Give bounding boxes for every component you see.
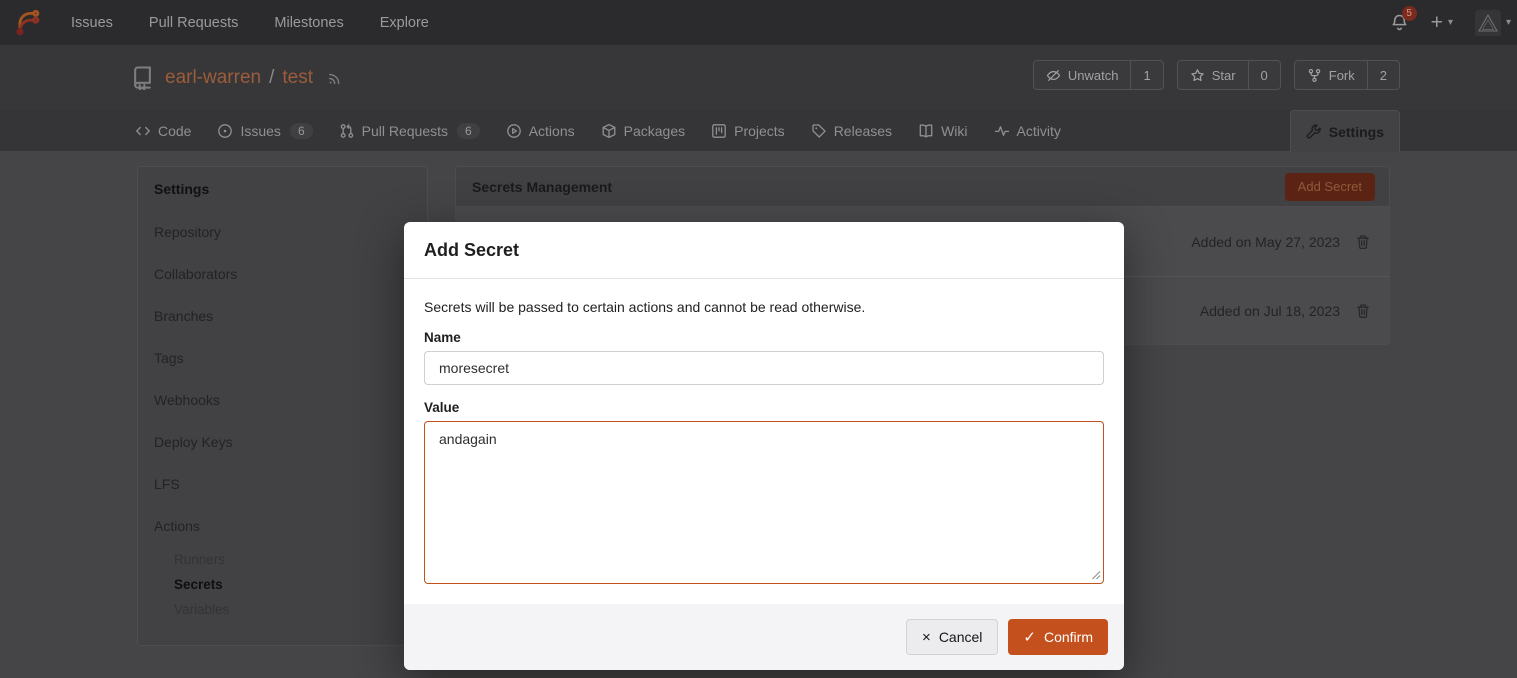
chevron-down-icon: ▾ bbox=[1448, 17, 1453, 28]
tab-activity[interactable]: Activity bbox=[981, 110, 1074, 151]
nav-milestones-link[interactable]: Milestones bbox=[274, 15, 343, 31]
x-icon: × bbox=[922, 630, 931, 645]
pull-requests-count-badge: 6 bbox=[457, 123, 480, 139]
secret-added-date: Added on Jul 18, 2023 bbox=[1200, 303, 1340, 319]
pulse-icon bbox=[994, 123, 1010, 139]
unwatch-button[interactable]: Unwatch bbox=[1034, 61, 1131, 89]
avatar bbox=[1475, 10, 1501, 36]
fork-button-group: Fork 2 bbox=[1294, 60, 1400, 90]
navbar-links: Issues Pull Requests Milestones Explore bbox=[71, 15, 429, 31]
tab-settings[interactable]: Settings bbox=[1290, 110, 1400, 152]
play-circle-icon bbox=[506, 123, 522, 139]
chevron-down-icon: ▾ bbox=[1506, 17, 1511, 28]
tab-actions[interactable]: Actions bbox=[493, 110, 588, 151]
trash-icon bbox=[1355, 234, 1371, 250]
repo-breadcrumb: earl-warren / test bbox=[165, 67, 313, 89]
tab-projects[interactable]: Projects bbox=[698, 110, 798, 151]
check-icon: ✓ bbox=[1023, 630, 1036, 645]
repo-owner-link[interactable]: earl-warren bbox=[165, 67, 261, 89]
name-field-label: Name bbox=[424, 330, 1104, 345]
tab-issues[interactable]: Issues 6 bbox=[204, 110, 325, 151]
watch-button-group: Unwatch 1 bbox=[1033, 60, 1164, 90]
secret-name-input[interactable] bbox=[424, 351, 1104, 385]
secret-value-textarea[interactable]: andagain bbox=[424, 421, 1104, 584]
issue-icon bbox=[217, 123, 233, 139]
issues-count-badge: 6 bbox=[290, 123, 313, 139]
watchers-count[interactable]: 1 bbox=[1130, 61, 1162, 89]
add-secret-modal: Add Secret Secrets will be passed to cer… bbox=[404, 222, 1124, 670]
forks-count[interactable]: 2 bbox=[1367, 61, 1399, 89]
delete-secret-button[interactable] bbox=[1355, 234, 1371, 250]
sidebar-item-actions[interactable]: Actions ▾ bbox=[138, 505, 427, 547]
notification-count-badge: 5 bbox=[1402, 6, 1417, 21]
tab-packages[interactable]: Packages bbox=[588, 110, 698, 151]
eye-slash-icon bbox=[1046, 68, 1061, 83]
sidebar-item-collaborators[interactable]: Collaborators bbox=[138, 253, 427, 295]
sidebar-item-deploy-keys[interactable]: Deploy Keys bbox=[138, 421, 427, 463]
star-icon bbox=[1190, 68, 1205, 83]
code-icon bbox=[135, 123, 151, 139]
modal-description: Secrets will be passed to certain action… bbox=[424, 299, 1104, 315]
tab-releases[interactable]: Releases bbox=[798, 110, 905, 151]
tab-pull-requests[interactable]: Pull Requests 6 bbox=[326, 110, 493, 151]
sidebar-item-repository[interactable]: Repository bbox=[138, 211, 427, 253]
confirm-button[interactable]: ✓ Confirm bbox=[1008, 619, 1108, 655]
repo-header: earl-warren / test Unwatch 1 bbox=[0, 45, 1517, 110]
fork-icon bbox=[1307, 68, 1322, 83]
sidebar-item-variables[interactable]: Variables bbox=[138, 597, 427, 622]
value-field-label: Value bbox=[424, 400, 1104, 415]
modal-header: Add Secret bbox=[404, 222, 1124, 279]
delete-secret-button[interactable] bbox=[1355, 303, 1371, 319]
cancel-button[interactable]: × Cancel bbox=[906, 619, 998, 655]
sidebar-item-tags[interactable]: Tags bbox=[138, 337, 427, 379]
project-board-icon bbox=[711, 123, 727, 139]
trash-icon bbox=[1355, 303, 1371, 319]
star-button-group: Star 0 bbox=[1177, 60, 1281, 90]
notifications-button[interactable]: 5 bbox=[1390, 13, 1409, 32]
pull-request-icon bbox=[339, 123, 355, 139]
repo-action-buttons: Unwatch 1 Star 0 Fork 2 bbox=[1033, 60, 1400, 90]
sidebar-item-lfs[interactable]: LFS bbox=[138, 463, 427, 505]
tag-icon bbox=[811, 123, 827, 139]
star-button[interactable]: Star bbox=[1178, 61, 1248, 89]
top-navbar: Issues Pull Requests Milestones Explore … bbox=[0, 0, 1517, 45]
repository-icon bbox=[130, 65, 155, 90]
stars-count[interactable]: 0 bbox=[1248, 61, 1280, 89]
secret-added-date: Added on May 27, 2023 bbox=[1191, 234, 1340, 250]
modal-footer: × Cancel ✓ Confirm bbox=[404, 604, 1124, 670]
fork-button[interactable]: Fork bbox=[1295, 61, 1367, 89]
section-title: Secrets Management bbox=[472, 179, 612, 195]
repo-name-link[interactable]: test bbox=[282, 67, 313, 89]
book-icon bbox=[918, 123, 934, 139]
sidebar-item-branches[interactable]: Branches bbox=[138, 295, 427, 337]
tab-wiki[interactable]: Wiki bbox=[905, 110, 980, 151]
plus-icon: + bbox=[1431, 12, 1443, 33]
sidebar-item-webhooks[interactable]: Webhooks bbox=[138, 379, 427, 421]
rss-icon[interactable] bbox=[327, 69, 344, 86]
sidebar-item-runners[interactable]: Runners bbox=[138, 547, 427, 572]
add-secret-button[interactable]: Add Secret bbox=[1285, 173, 1375, 201]
secrets-management-header: Secrets Management Add Secret bbox=[455, 166, 1390, 207]
sidebar-item-secrets[interactable]: Secrets bbox=[138, 572, 427, 597]
modal-body: Secrets will be passed to certain action… bbox=[404, 279, 1124, 604]
user-menu-button[interactable]: ▾ bbox=[1475, 10, 1511, 36]
navbar-right: 5 + ▾ ▾ bbox=[1390, 10, 1517, 36]
settings-sidebar: Settings Repository Collaborators Branch… bbox=[137, 166, 428, 646]
modal-title: Add Secret bbox=[424, 240, 519, 261]
tab-code[interactable]: Code bbox=[122, 110, 204, 151]
settings-wrench-icon bbox=[1306, 124, 1322, 140]
package-icon bbox=[601, 123, 617, 139]
nav-issues-link[interactable]: Issues bbox=[71, 15, 113, 31]
forgejo-logo-icon[interactable] bbox=[14, 9, 41, 36]
nav-pull-requests-link[interactable]: Pull Requests bbox=[149, 15, 238, 31]
sidebar-title: Settings bbox=[138, 167, 427, 211]
nav-explore-link[interactable]: Explore bbox=[380, 15, 429, 31]
create-new-button[interactable]: + ▾ bbox=[1431, 12, 1453, 33]
repo-tab-bar: Code Issues 6 Pull Requests 6 Actions Pa… bbox=[0, 110, 1517, 152]
breadcrumb-separator: / bbox=[269, 67, 274, 89]
